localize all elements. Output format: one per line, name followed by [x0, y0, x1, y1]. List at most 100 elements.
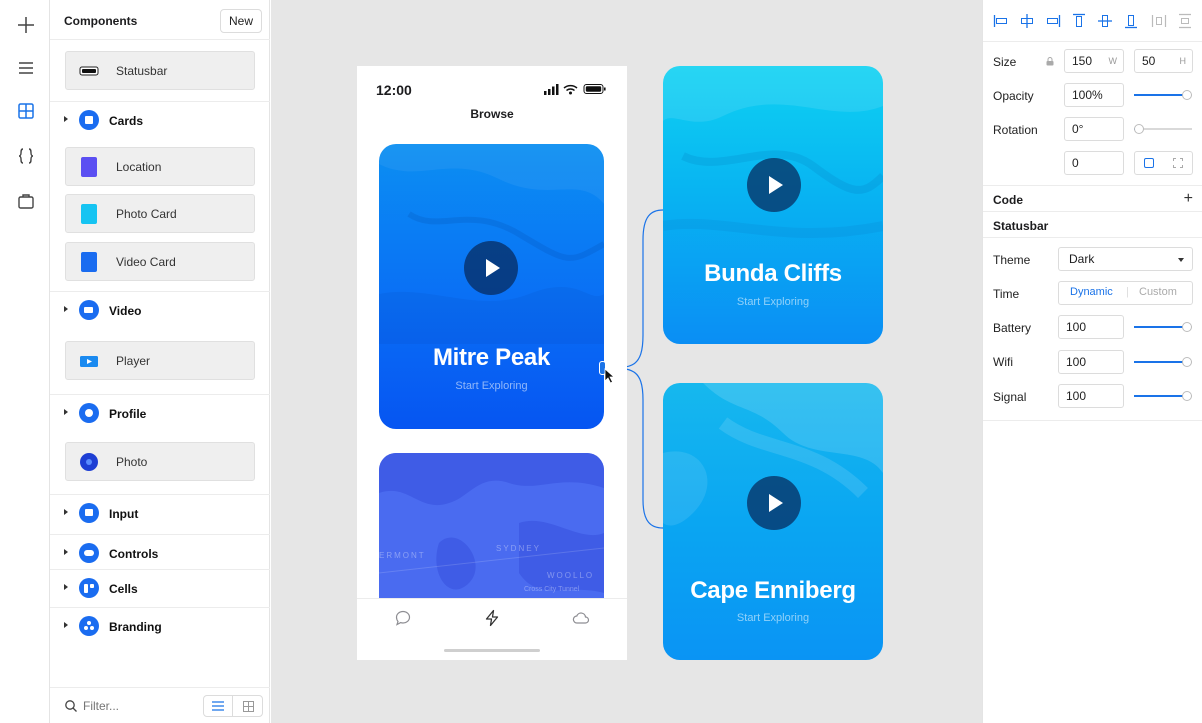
grid-view-button[interactable]	[234, 696, 263, 716]
group-profile[interactable]: Profile	[50, 394, 270, 430]
store-bag-icon[interactable]	[13, 188, 39, 214]
wifi-field[interactable]: 100	[1058, 350, 1124, 374]
code-section[interactable]: Code +	[983, 185, 1202, 211]
play-button[interactable]	[747, 158, 801, 212]
card-cape-enniberg[interactable]: Cape Enniberg Start Exploring	[663, 383, 883, 660]
battery-field[interactable]: 100	[1058, 315, 1124, 339]
pointer-cursor-icon	[604, 368, 616, 384]
layers-icon[interactable]	[13, 55, 39, 81]
cells-group-icon	[79, 578, 99, 598]
time-label: Time	[993, 287, 1020, 301]
group-video[interactable]: Video	[50, 291, 270, 327]
list-view-button[interactable]	[204, 696, 233, 716]
time-option-dynamic[interactable]: Dynamic	[1070, 286, 1113, 298]
independent-corners-icon[interactable]	[1173, 158, 1183, 168]
chat-bubble-icon[interactable]	[394, 609, 412, 627]
phone-artboard[interactable]: 12:00 Browse Mitre Peak Start Exploring	[357, 66, 627, 660]
signal-field[interactable]: 100	[1058, 384, 1124, 408]
statusbar-thumb-icon	[79, 66, 99, 76]
player-thumb-icon	[80, 356, 98, 367]
time-mode-segmented: Dynamic | Custom	[1058, 281, 1193, 305]
cloud-icon[interactable]	[572, 609, 590, 627]
align-right-icon[interactable]	[1045, 13, 1061, 29]
group-input[interactable]: Input	[50, 494, 270, 530]
time-option-custom[interactable]: Custom	[1139, 286, 1177, 298]
play-button[interactable]	[464, 241, 518, 295]
component-item-photo[interactable]: Photo	[65, 442, 255, 481]
component-label: Location	[116, 160, 162, 174]
tool-rail	[0, 0, 50, 723]
component-item-photo-card[interactable]: Photo Card	[65, 194, 255, 233]
rotation-slider[interactable]	[1134, 123, 1192, 135]
height-field[interactable]: 50 H	[1134, 49, 1193, 73]
panel-footer	[50, 687, 270, 723]
group-branding[interactable]: Branding	[50, 607, 270, 643]
distribute-h-icon[interactable]	[1151, 13, 1167, 29]
card-bunda-cliffs[interactable]: Bunda Cliffs Start Exploring	[663, 66, 883, 344]
wifi-slider[interactable]	[1134, 356, 1192, 368]
battery-slider[interactable]	[1134, 321, 1192, 333]
radius-field[interactable]: 0	[1064, 151, 1124, 175]
filter-input[interactable]	[83, 697, 193, 715]
group-cells[interactable]: Cells	[50, 569, 270, 605]
group-label: Cards	[109, 114, 144, 128]
lightning-icon[interactable]	[483, 609, 501, 627]
grid-icon	[243, 700, 254, 712]
component-item-statusbar[interactable]: Statusbar	[65, 51, 255, 90]
card-mitre-peak[interactable]: Mitre Peak Start Exploring	[379, 144, 604, 429]
video-card-thumb-icon	[81, 252, 97, 272]
size-label: Size	[993, 55, 1017, 69]
component-item-video-card[interactable]: Video Card	[65, 242, 255, 281]
caret-right-icon	[64, 116, 68, 122]
width-field[interactable]: 150 W	[1064, 49, 1124, 73]
group-cards[interactable]: Cards	[50, 101, 270, 137]
components-panel: Components New Statusbar Cards Location …	[50, 0, 270, 723]
design-canvas[interactable]: 12:00 Browse Mitre Peak Start Exploring	[271, 0, 982, 723]
opacity-field[interactable]: 100%	[1064, 83, 1124, 107]
component-item-player[interactable]: Player	[65, 341, 255, 380]
profile-group-icon	[79, 403, 99, 423]
align-bottom-icon[interactable]	[1123, 13, 1139, 29]
new-component-button[interactable]: New	[219, 9, 262, 33]
opacity-label: Opacity	[993, 89, 1034, 103]
opacity-slider[interactable]	[1134, 89, 1192, 101]
caret-right-icon	[64, 584, 68, 590]
map-label: ERMONT	[379, 551, 426, 560]
theme-value: Dark	[1069, 252, 1095, 266]
signal-slider[interactable]	[1134, 390, 1192, 402]
play-button[interactable]	[747, 476, 801, 530]
segment-divider: |	[1126, 286, 1129, 298]
distribute-v-icon[interactable]	[1177, 13, 1193, 29]
group-controls[interactable]: Controls	[50, 534, 270, 570]
caret-right-icon	[64, 549, 68, 555]
width-value: 150	[1072, 54, 1093, 68]
components-icon[interactable]	[13, 98, 39, 124]
map-label: WOOLLO	[547, 571, 595, 580]
height-value: 50	[1142, 54, 1156, 68]
uniform-corners-icon[interactable]	[1144, 158, 1154, 168]
rotation-field[interactable]: 0°	[1064, 117, 1124, 141]
card-title: Bunda Cliffs	[704, 260, 842, 287]
component-item-location[interactable]: Location	[65, 147, 255, 186]
align-middle-v-icon[interactable]	[1097, 13, 1113, 29]
alignment-toolbar	[983, 0, 1202, 42]
lock-icon[interactable]	[1046, 57, 1054, 66]
caret-right-icon	[64, 306, 68, 312]
group-label: Input	[109, 507, 139, 521]
opacity-value: 100%	[1072, 88, 1103, 102]
code-braces-icon[interactable]	[13, 143, 39, 169]
add-code-button[interactable]: +	[1184, 190, 1193, 208]
group-label: Profile	[109, 407, 147, 421]
component-label: Player	[116, 354, 151, 368]
align-left-icon[interactable]	[993, 13, 1009, 29]
add-icon[interactable]	[13, 12, 39, 38]
align-top-icon[interactable]	[1071, 13, 1087, 29]
statusbar-section: Statusbar	[983, 211, 1202, 237]
group-label: Controls	[109, 547, 159, 561]
home-indicator	[444, 649, 540, 652]
component-label: Statusbar	[116, 64, 168, 78]
theme-select[interactable]: Dark	[1058, 247, 1193, 271]
location-thumb-icon	[81, 157, 97, 177]
align-center-h-icon[interactable]	[1019, 13, 1035, 29]
corner-mode-toggle	[1134, 151, 1193, 175]
